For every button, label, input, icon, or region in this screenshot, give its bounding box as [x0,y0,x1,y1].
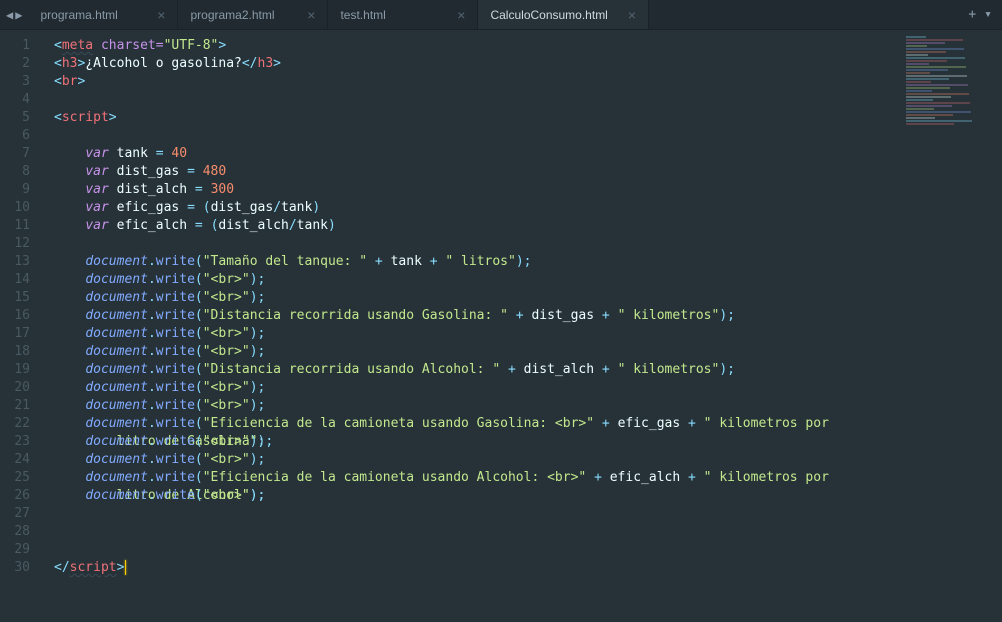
line-number: 3 [0,73,30,91]
tab-label: programa.html [40,8,117,22]
tab-bar: ◀ ▶ programa.html × programa2.html × tes… [0,0,1002,30]
nav-left-icon[interactable]: ◀ [6,8,13,22]
close-icon[interactable]: × [157,7,165,23]
line-number: 27 [0,505,30,523]
close-icon[interactable]: × [307,7,315,23]
nav-right-icon[interactable]: ▶ [15,8,22,22]
line-number: 16 [0,307,30,325]
line-number: 5 [0,109,30,127]
line-number: 2 [0,55,30,73]
line-number: 7 [0,145,30,163]
line-number: 29 [0,541,30,559]
tab-label: test.html [340,8,385,22]
line-number: 18 [0,343,30,361]
line-number: 28 [0,523,30,541]
line-number: 9 [0,181,30,199]
line-number: 11 [0,217,30,235]
line-number: 4 [0,91,30,109]
code-area[interactable]: <meta charset="UTF-8"><h3>¿Alcohol o gas… [42,30,1002,622]
tab-bar-right: + ▾ [958,0,1002,29]
minimap[interactable] [906,36,996,156]
tab-programa[interactable]: programa.html × [28,0,178,29]
close-icon[interactable]: × [628,7,636,23]
tab-label: CalculoConsumo.html [490,8,607,22]
line-number: 12 [0,235,30,253]
close-icon[interactable]: × [457,7,465,23]
tab-programa2[interactable]: programa2.html × [178,0,328,29]
tab-label: programa2.html [190,8,274,22]
line-number: 1 [0,37,30,55]
editor: 1234567891011121314151617181920212223242… [0,30,1002,622]
line-number: 25 [0,469,30,487]
tab-nav-arrows: ◀ ▶ [0,0,28,29]
line-number: 23 [0,433,30,451]
tab-test[interactable]: test.html × [328,0,478,29]
new-tab-icon[interactable]: + [968,7,976,22]
line-number: 30 [0,559,30,577]
line-number: 26 [0,487,30,505]
line-number: 15 [0,289,30,307]
tab-calculoconsumo[interactable]: CalculoConsumo.html × [478,0,649,29]
tab-menu-icon[interactable]: ▾ [984,7,992,22]
line-number: 13 [0,253,30,271]
line-number: 8 [0,163,30,181]
line-number: 10 [0,199,30,217]
line-number: 6 [0,127,30,145]
line-number: 19 [0,361,30,379]
line-number: 24 [0,451,30,469]
line-number: 17 [0,325,30,343]
gutter: 1234567891011121314151617181920212223242… [0,30,42,622]
line-number: 14 [0,271,30,289]
line-number: 22 [0,415,30,433]
line-number: 20 [0,379,30,397]
line-number: 21 [0,397,30,415]
